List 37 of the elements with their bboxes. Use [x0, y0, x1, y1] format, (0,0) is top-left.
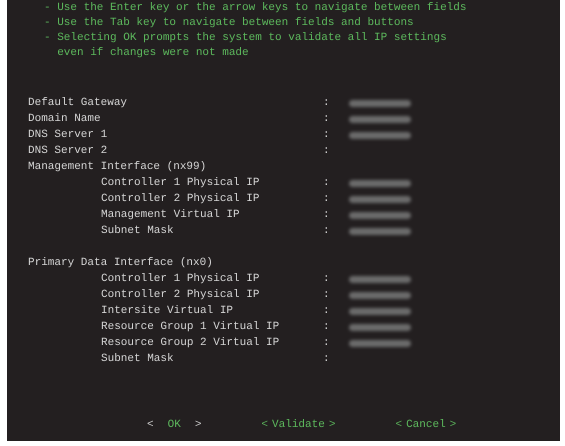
- section-heading: Primary Data Interface (nx0): [28, 256, 213, 271]
- field-label: Intersite Virtual IP: [101, 304, 234, 317]
- dialog-button[interactable]: < Validate >: [261, 416, 336, 433]
- dialog-button[interactable]: < Cancel >: [395, 416, 456, 433]
- instruction-text: even if changes were not made: [56, 46, 249, 61]
- field-label: DNS Server 1: [28, 128, 108, 141]
- field-label: Controller 2 Physical IP: [101, 288, 260, 301]
- field-label: Domain Name: [28, 112, 101, 125]
- field-label: Subnet Mask: [101, 224, 174, 237]
- instruction-text: - Use the Tab key to navigate between fields and buttons: [44, 16, 414, 31]
- field-label: Resource Group 1 Virtual IP: [101, 320, 280, 333]
- colon-text: :: [323, 224, 331, 239]
- instruction-text: - Use the Enter key or the arrow keys to navigate between fields: [44, 1, 466, 16]
- colon-text: :: [323, 272, 331, 287]
- colon-text: :: [323, 128, 331, 143]
- field-label: Controller 1 Physical IP: [101, 176, 260, 189]
- colon-text: :: [323, 288, 331, 303]
- instruction-text: - Selecting OK prompts the system to validate all IP settings: [44, 31, 447, 46]
- field-label: Default Gateway: [28, 96, 128, 109]
- colon-text: :: [323, 352, 331, 367]
- colon-text: :: [323, 336, 331, 351]
- dialog-button[interactable]: < OK >: [147, 416, 202, 433]
- colon-text: :: [323, 304, 331, 319]
- field-label: DNS Server 2: [28, 144, 108, 157]
- colon-text: :: [323, 144, 331, 159]
- colon-text: :: [323, 320, 331, 335]
- field-label: Controller 1 Physical IP: [101, 272, 260, 285]
- colon-text: :: [323, 176, 331, 191]
- colon-text: :: [323, 192, 331, 207]
- colon-text: :: [323, 96, 331, 111]
- colon-text: :: [323, 112, 331, 127]
- field-label: Management Virtual IP: [101, 208, 240, 221]
- colon-text: :: [323, 208, 331, 223]
- field-label: Subnet Mask: [101, 352, 174, 365]
- field-label: Resource Group 2 Virtual IP: [101, 336, 280, 349]
- section-heading: Management Interface (nx99): [28, 160, 206, 175]
- field-label: Controller 2 Physical IP: [101, 192, 260, 205]
